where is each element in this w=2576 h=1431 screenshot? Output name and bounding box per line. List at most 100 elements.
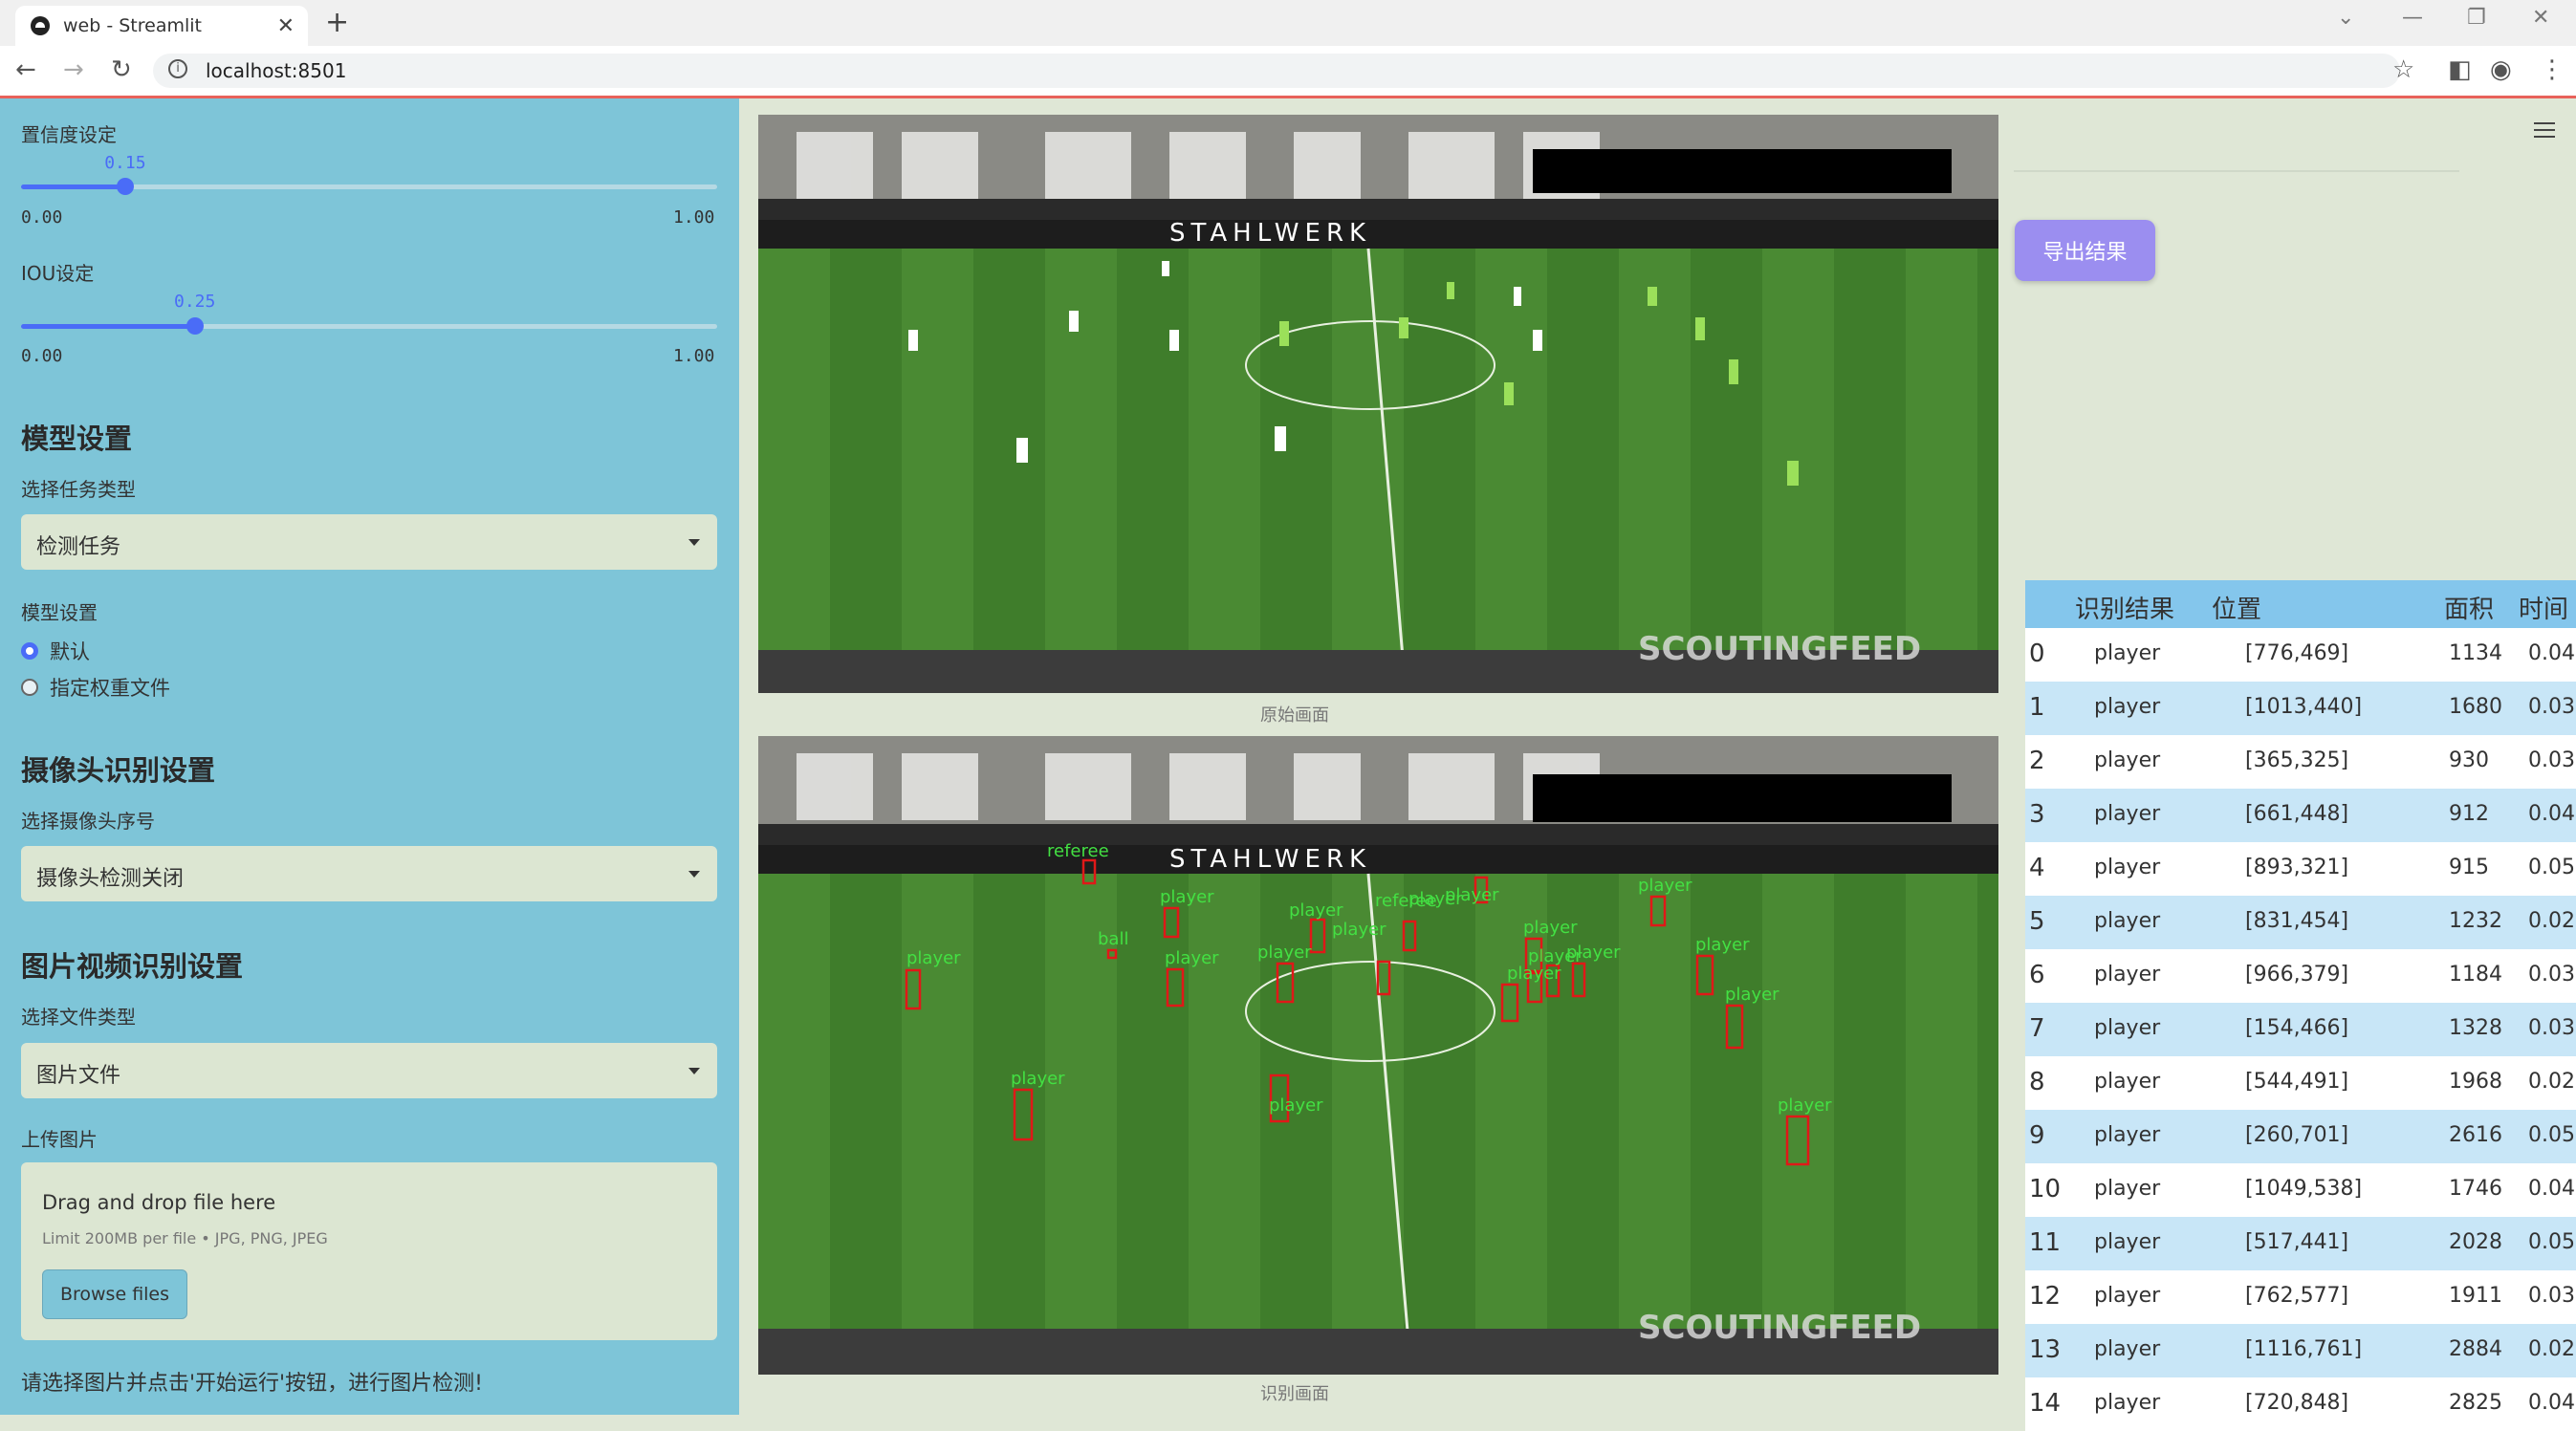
cell-area: 912 [2449, 802, 2489, 826]
tab-title: web - Streamlit [63, 15, 202, 36]
cell-result: player [2094, 1070, 2161, 1094]
address-bar: ← → ↻ i localhost:8501 [0, 46, 2576, 97]
cell-index: 1 [2029, 693, 2045, 722]
cell-result: player [2094, 909, 2161, 933]
model-setting-label: 模型设置 [21, 601, 98, 624]
export-results-button[interactable]: 导出结果 [2015, 220, 2155, 281]
table-row: 1 player [1013,440] 1680 0.03 [2025, 682, 2576, 735]
confidence-label: 置信度设定 [21, 123, 117, 146]
svg-text:player: player [1445, 885, 1499, 905]
side-panel-icon[interactable]: ◧ [2448, 55, 2472, 84]
confidence-slider[interactable] [21, 178, 717, 195]
cell-index: 6 [2029, 961, 2045, 989]
cell-position: [762,577] [2245, 1284, 2349, 1308]
cell-area: 1134 [2449, 641, 2502, 665]
restore-icon[interactable]: ❐ [2467, 6, 2486, 30]
svg-text:player: player [1778, 1095, 1832, 1116]
iou-value: 0.25 [174, 292, 216, 312]
task-type-select[interactable]: 检测任务 [21, 514, 717, 570]
file-type-select[interactable]: 图片文件 [21, 1043, 717, 1098]
watermark-text: SCOUTINGFEED [1638, 630, 1921, 668]
cell-area: 2028 [2449, 1230, 2502, 1254]
site-info-icon[interactable]: i [168, 59, 187, 78]
cell-time: 0.03 [2528, 695, 2575, 719]
minimize-icon[interactable]: — [2402, 6, 2423, 30]
cell-position: [1116,761] [2245, 1337, 2363, 1361]
url-field[interactable]: i localhost:8501 [153, 54, 2400, 88]
svg-text:player: player [1257, 943, 1312, 963]
iou-slider-thumb[interactable] [186, 317, 204, 335]
back-icon[interactable]: ← [15, 55, 36, 84]
cell-position: [260,701] [2245, 1123, 2349, 1147]
cell-result: player [2094, 802, 2161, 826]
cell-result: player [2094, 1230, 2161, 1254]
cell-position: [720,848] [2245, 1391, 2349, 1415]
url-text: localhost:8501 [206, 59, 347, 82]
file-uploader[interactable]: Drag and drop file here Limit 200MB per … [21, 1162, 717, 1340]
result-caption: 识别画面 [1260, 1384, 1329, 1404]
cell-position: [966,379] [2245, 963, 2349, 987]
browse-files-button[interactable]: Browse files [42, 1269, 187, 1319]
table-row: 10 player [1049,538] 1746 0.04 [2025, 1163, 2576, 1217]
camera-select[interactable]: 摄像头检测关闭 [21, 846, 717, 901]
profile-avatar-icon[interactable]: ◉ [2490, 55, 2512, 84]
cell-result: player [2094, 748, 2161, 772]
cell-time: 0.05 [2528, 856, 2575, 879]
cell-time: 0.02 [2528, 909, 2575, 933]
radio-weights-file[interactable]: 指定权重文件 [21, 673, 170, 702]
radio-weights-label: 指定权重文件 [50, 677, 170, 700]
upload-drag-text: Drag and drop file here [42, 1191, 276, 1214]
radio-unselected-icon[interactable] [21, 679, 38, 696]
cell-position: [517,441] [2245, 1230, 2349, 1254]
close-tab-icon[interactable]: ✕ [277, 14, 295, 38]
cell-area: 1328 [2449, 1016, 2502, 1040]
iou-min: 0.00 [21, 346, 63, 366]
table-row: 11 player [517,441] 2028 0.05 [2025, 1217, 2576, 1270]
svg-text:player: player [1011, 1069, 1065, 1089]
cell-time: 0.03 [2528, 748, 2575, 772]
cell-area: 1746 [2449, 1177, 2502, 1201]
file-type-value: 图片文件 [36, 1064, 121, 1088]
cell-result: player [2094, 963, 2161, 987]
svg-text:player: player [1695, 935, 1750, 955]
browser-tab[interactable]: web - Streamlit ✕ [15, 6, 308, 46]
cell-result: player [2094, 641, 2161, 665]
divider [2014, 170, 2459, 172]
svg-text:referee: referee [1047, 841, 1109, 861]
new-tab-icon[interactable]: + [325, 6, 349, 39]
board-text: STAHLWERK [1169, 219, 1371, 248]
header-result: 识别结果 [2075, 596, 2175, 624]
task-type-value: 检测任务 [36, 535, 121, 559]
radio-selected-icon[interactable] [21, 642, 38, 660]
cell-position: [831,454] [2245, 909, 2349, 933]
bookmark-star-icon[interactable]: ☆ [2392, 55, 2414, 84]
cell-index: 7 [2029, 1014, 2045, 1043]
cell-time: 0.03 [2528, 1284, 2575, 1308]
forward-icon[interactable]: → [63, 55, 84, 84]
result-pitch-graphic: STAHLWERK SCOUTINGFEED playerplayer play… [758, 736, 1998, 1375]
confidence-slider-thumb[interactable] [117, 178, 135, 195]
cell-index: 8 [2029, 1068, 2045, 1096]
reload-icon[interactable]: ↻ [111, 55, 132, 84]
cell-result: player [2094, 856, 2161, 879]
tab-search-icon[interactable]: ⌄ [2337, 6, 2354, 30]
streamlit-favicon-icon [31, 16, 50, 35]
cell-index: 3 [2029, 800, 2045, 829]
hamburger-menu-icon[interactable] [2534, 122, 2555, 142]
camera-value: 摄像头检测关闭 [36, 867, 185, 891]
more-menu-icon[interactable]: ⋮ [2540, 55, 2565, 84]
cell-time: 0.02 [2528, 1070, 2575, 1094]
iou-slider[interactable] [21, 317, 717, 335]
camera-section-title: 摄像头识别设置 [21, 754, 216, 787]
table-row: 7 player [154,466] 1328 0.03 [2025, 1003, 2576, 1056]
close-window-icon[interactable]: ✕ [2532, 6, 2549, 30]
upload-label: 上传图片 [21, 1128, 98, 1151]
svg-text:player: player [1566, 943, 1621, 963]
radio-default[interactable]: 默认 [21, 637, 90, 665]
model-section-title: 模型设置 [21, 423, 133, 455]
cell-result: player [2094, 1284, 2161, 1308]
chevron-down-icon [688, 539, 700, 546]
original-caption: 原始画面 [1260, 705, 1329, 726]
table-row: 6 player [966,379] 1184 0.03 [2025, 949, 2576, 1003]
cell-index: 2 [2029, 747, 2045, 775]
